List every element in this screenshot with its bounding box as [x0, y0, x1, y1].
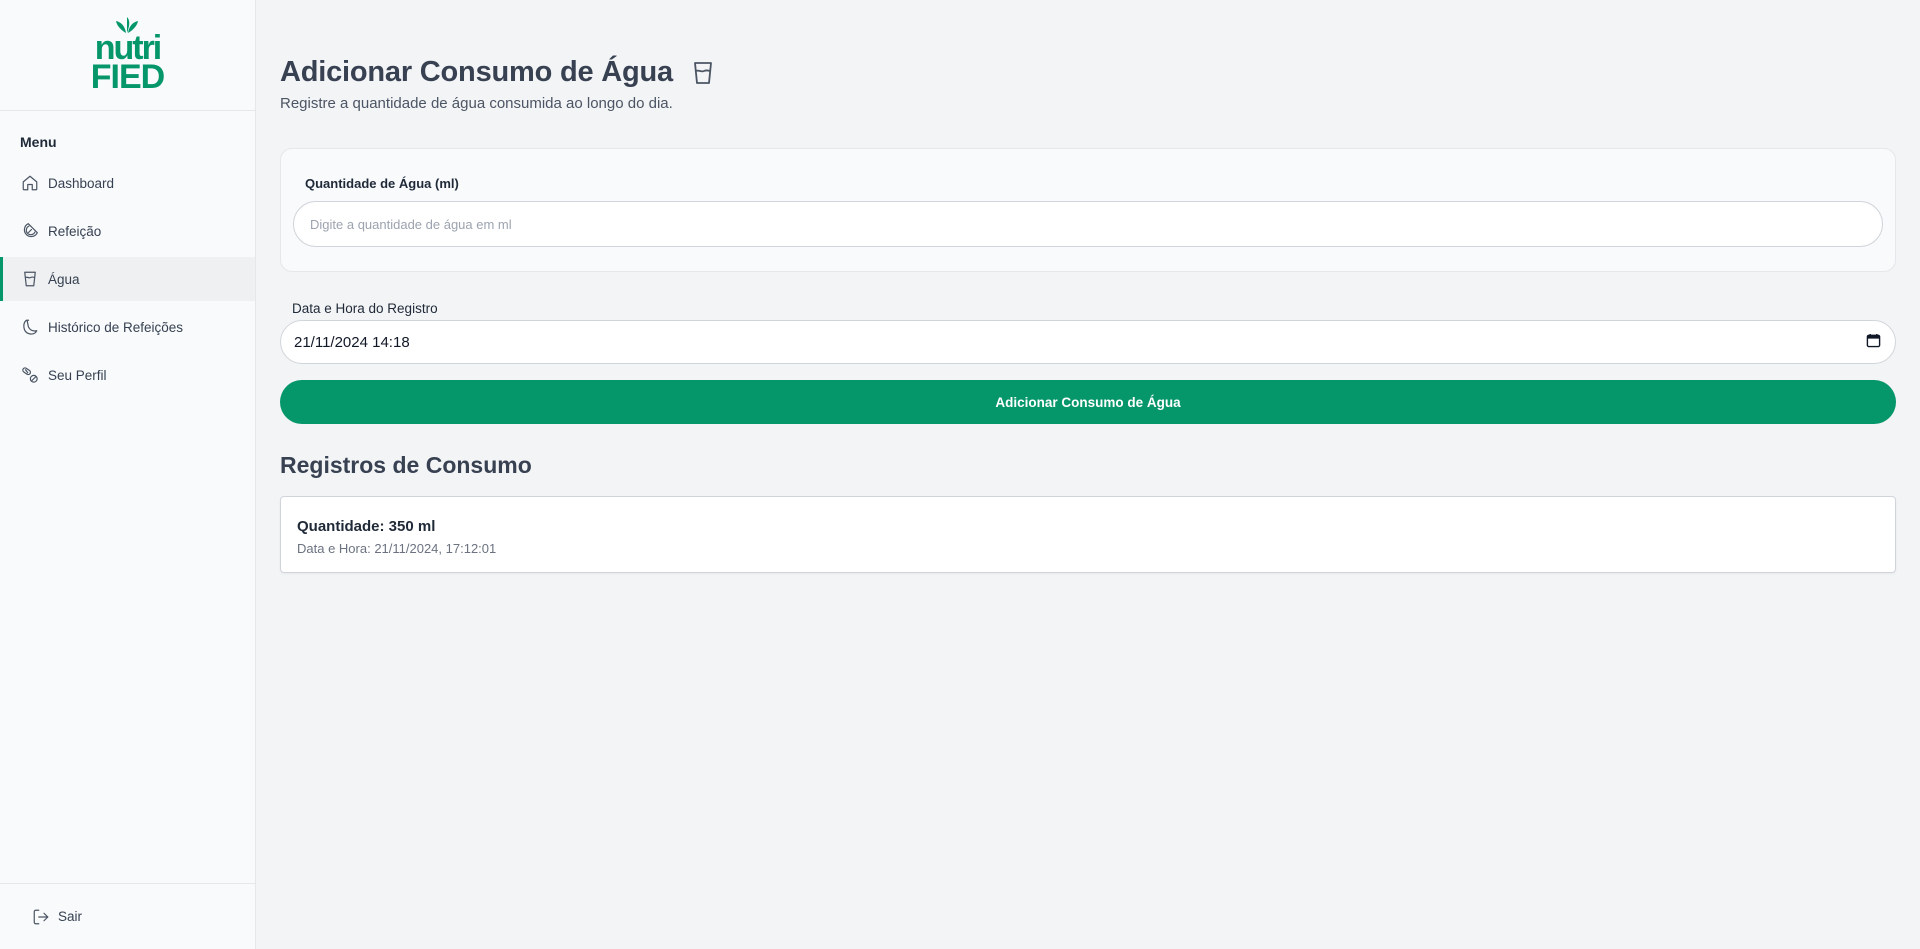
logout-label: Sair: [58, 909, 83, 924]
sidebar-item-perfil[interactable]: Seu Perfil: [0, 353, 255, 397]
calendar-icon[interactable]: [1866, 333, 1881, 352]
quantity-input[interactable]: Digite a quantidade de água em ml: [293, 201, 1883, 247]
brand-line2: FIED: [90, 57, 165, 96]
sidebar-item-label: Dashboard: [48, 175, 115, 191]
quantity-placeholder: Digite a quantidade de água em ml: [310, 216, 512, 232]
sidebar-item-refeicao[interactable]: Refeição: [0, 209, 255, 253]
page-title: Adicionar Consumo de Água: [280, 56, 673, 88]
datetime-label: Data e Hora do Registro: [292, 301, 438, 316]
logo-area: nutri FIED: [0, 0, 255, 111]
pills-icon: [20, 365, 40, 385]
sidebar-item-dashboard[interactable]: Dashboard: [0, 161, 255, 205]
citrus-icon: [20, 221, 40, 241]
sidebar-nav: Dashboard Refeição Água Histórico de Ref…: [0, 161, 255, 401]
brand-logo[interactable]: nutri FIED: [90, 16, 165, 96]
sidebar-item-label: Seu Perfil: [48, 367, 107, 383]
menu-title: Menu: [20, 134, 57, 150]
datetime-input[interactable]: 21/11/2024 14:18: [280, 320, 1896, 364]
home-icon: [20, 173, 40, 193]
record-datetime: Data e Hora: 21/11/2024, 17:12:01: [297, 541, 497, 556]
datetime-value: 21/11/2024 14:18: [294, 333, 410, 351]
sidebar: nutri FIED Menu Dashboard Refeição Água: [0, 0, 256, 949]
sidebar-item-label: Histórico de Refeições: [48, 319, 184, 335]
sidebar-item-label: Refeição: [48, 223, 102, 239]
logout-button[interactable]: Sair: [0, 883, 255, 949]
logout-icon: [33, 909, 49, 924]
page-subtitle: Registre a quantidade de água consumida …: [280, 95, 673, 112]
record-quantity: Quantidade: 350 ml: [297, 518, 436, 535]
quantity-card: Quantidade de Água (ml) Digite a quantid…: [280, 148, 1896, 272]
records-title: Registros de Consumo: [280, 452, 532, 478]
sidebar-item-label: Água: [48, 271, 80, 287]
glass-water-icon: [691, 60, 715, 86]
list-item: Quantidade: 350 ml Data e Hora: 21/11/20…: [280, 496, 1896, 573]
sidebar-item-agua[interactable]: Água: [0, 257, 255, 301]
page-title-row: Adicionar Consumo de Água: [280, 56, 715, 89]
banana-icon: [20, 317, 40, 337]
add-water-button[interactable]: Adicionar Consumo de Água: [280, 380, 1896, 424]
glass-water-icon: [20, 269, 40, 289]
quantity-label: Quantidade de Água (ml): [305, 176, 459, 191]
sidebar-item-historico[interactable]: Histórico de Refeições: [0, 305, 255, 349]
